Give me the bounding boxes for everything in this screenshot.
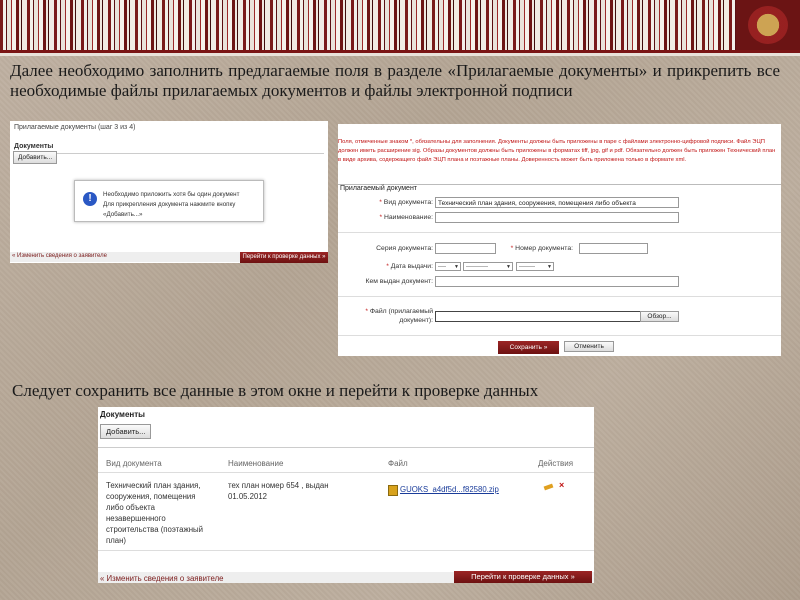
doc-name-cell: тех план номер 654 , выдан 01.05.2012 (228, 481, 329, 501)
cancel-button[interactable]: Отменить (564, 341, 614, 352)
emblem-logo (736, 0, 800, 50)
month-select[interactable]: ----------- (463, 262, 513, 272)
name-field[interactable] (435, 212, 679, 223)
documents-list-screenshot: Документы Добавить... Вид документа Наим… (98, 407, 594, 583)
barcode-stripes (0, 0, 736, 50)
divider (338, 296, 781, 297)
file-label-1: * Файл (прилагаемый (365, 308, 433, 315)
add-document-button[interactable]: Добавить... (13, 151, 58, 164)
doc-type-select[interactable]: Технический план здания, сооружения, пом… (435, 197, 679, 208)
number-field[interactable] (579, 243, 648, 254)
alert-line-1: Необходимо приложить хотя бы один докуме… (103, 191, 240, 198)
attached-document-form: Поля, отмеченные знаком *, обязательны д… (338, 124, 781, 356)
prev-step-button[interactable]: « Изменить сведения о заявителе (12, 253, 107, 259)
divider (338, 335, 781, 336)
file-link[interactable]: GUOKS_a4df5d...f82580.zip (400, 484, 499, 495)
archive-file-icon (388, 485, 398, 496)
series-label: Серия документа: (376, 245, 433, 252)
day-select[interactable]: ---- (435, 262, 461, 272)
issued-by-label: Кем выдан документ: (365, 278, 433, 285)
issued-by-field[interactable] (435, 276, 679, 287)
name-label: * Наименование: (379, 214, 433, 221)
col-header-doc-type: Вид документа (106, 459, 162, 468)
browse-button[interactable]: Обзор... (640, 311, 679, 322)
number-label: * Номер документа: (510, 245, 573, 252)
info-icon: ! (83, 192, 97, 206)
col-header-name: Наименование (228, 459, 284, 468)
section-title: Прилагаемый документ (340, 185, 418, 192)
alert-line-2: Для прикрепления документа нажмите кнопк… (103, 201, 236, 218)
save-instruction-text: Следует сохранить все данные в этом окне… (12, 381, 539, 400)
header-banner (0, 0, 800, 56)
requirements-note: Поля, отмеченные знаком *, обязательны д… (338, 139, 776, 163)
edit-icon[interactable] (543, 483, 554, 491)
divider (98, 447, 594, 448)
documents-section-title: Документы (100, 410, 145, 419)
step-header: Прилагаемые документы (шаг 3 из 4) (14, 124, 136, 131)
year-select[interactable]: -------- (516, 262, 554, 272)
divider (14, 153, 324, 154)
intro-text: Далее необходимо заполнить предлагаемые … (10, 61, 780, 100)
doc-type-cell: Технический план здания, сооружения, пом… (106, 481, 203, 545)
col-header-actions: Действия (538, 459, 574, 468)
divider (338, 232, 781, 233)
issue-date-label: * Дата выдачи: (386, 263, 433, 270)
next-step-button[interactable]: Перейти к проверке данных » (240, 252, 328, 263)
delete-icon[interactable]: × (559, 480, 564, 490)
next-step-button[interactable]: Перейти к проверке данных » (454, 571, 592, 583)
header-divider (98, 472, 594, 473)
row-divider (98, 550, 594, 551)
banner-divider (0, 50, 800, 53)
add-document-button[interactable]: Добавить... (100, 424, 152, 439)
documents-step-screenshot: Прилагаемые документы (шаг 3 из 4) Докум… (10, 121, 328, 263)
col-header-file: Файл (388, 459, 408, 468)
file-label-2: документ): (399, 317, 433, 324)
prev-step-button[interactable]: « Изменить сведения о заявителе (100, 573, 223, 583)
doc-type-label: * Вид документа: (379, 199, 433, 206)
documents-section-title: Документы (14, 143, 54, 150)
save-button[interactable]: Сохранить » (498, 341, 559, 354)
file-path-field[interactable] (435, 311, 641, 322)
alert-dialog: ! Необходимо приложить хотя бы один доку… (74, 180, 264, 222)
